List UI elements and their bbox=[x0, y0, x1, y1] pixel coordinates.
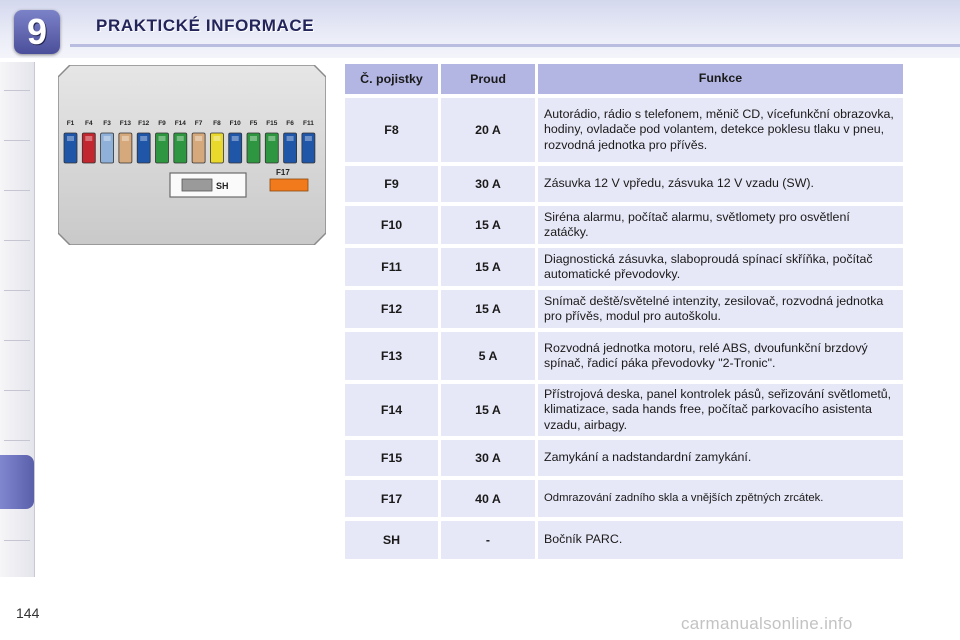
f17-fuse bbox=[269, 178, 309, 192]
fuse-current: 40 A bbox=[441, 480, 535, 517]
fuse-box-svg: F1 F4 F3 F13 F12 F9 F14 F7 F8 F10 F5 F15 F6 F11 SH F1… bbox=[58, 65, 326, 245]
fuse-highlight bbox=[286, 136, 294, 141]
watermark: carmanualsonline.info bbox=[681, 614, 853, 633]
table-row: F14 15 A Přístrojová deska, panel kontro… bbox=[345, 384, 903, 436]
fuse-current: 15 A bbox=[441, 248, 535, 286]
fuse-function: Rozvodná jednotka motoru, relé ABS, dvou… bbox=[538, 332, 903, 380]
fuse-number: F17 bbox=[345, 480, 438, 517]
page-title: PRAKTICKÉ INFORMACE bbox=[96, 16, 315, 35]
fuse-current: 30 A bbox=[441, 440, 535, 476]
fuse-position-label: F12 bbox=[138, 120, 150, 127]
tab-divider bbox=[4, 290, 30, 291]
fuse-highlight bbox=[158, 136, 166, 141]
header-fuse-number: Č. pojistky bbox=[345, 64, 438, 94]
fuse-function: Bočník PARC. bbox=[538, 521, 903, 559]
fuse-current: - bbox=[441, 521, 535, 559]
tab-divider bbox=[4, 140, 30, 141]
fuse-function: Zásuvka 12 V vpředu, zásvuka 12 V vzadu … bbox=[538, 166, 903, 202]
fuse-position-label: F10 bbox=[230, 120, 242, 127]
fuse-number: F15 bbox=[345, 440, 438, 476]
fuse-highlight bbox=[304, 136, 312, 141]
table-row: F11 15 A Diagnostická zásuvka, slaboprou… bbox=[345, 248, 903, 286]
fuse-current: 15 A bbox=[441, 290, 535, 328]
fuse-function: Zamykání a nadstandardní zamykání. bbox=[538, 440, 903, 476]
tab-divider bbox=[4, 540, 30, 541]
fuse-highlight bbox=[268, 136, 276, 141]
fuse-current: 15 A bbox=[441, 206, 535, 244]
tab-divider bbox=[4, 90, 30, 91]
fuse-position-label: F6 bbox=[286, 120, 294, 127]
fuse-position-label: F7 bbox=[195, 120, 203, 127]
fuse-current: 15 A bbox=[441, 384, 535, 436]
fuse-function: Diagnostická zásuvka, slaboproudá spínac… bbox=[538, 248, 903, 286]
fuse-highlight bbox=[231, 136, 239, 141]
fuse-table: Č. pojistky Proud Funkce F8 20 A Autorád… bbox=[345, 64, 903, 563]
fuse-function: Odmrazování zadního skla a vnějších zpět… bbox=[538, 480, 903, 517]
fuse-position-label: F8 bbox=[213, 120, 221, 127]
fuse-highlight bbox=[67, 136, 74, 141]
table-row: SH - Bočník PARC. bbox=[345, 521, 903, 559]
fuse-position-label: F3 bbox=[103, 120, 111, 127]
fuse-number: F9 bbox=[345, 166, 438, 202]
fuse-position-label: F1 bbox=[67, 120, 75, 127]
table-row: F17 40 A Odmrazování zadního skla a vněj… bbox=[345, 480, 903, 517]
table-row: F9 30 A Zásuvka 12 V vpředu, zásvuka 12 … bbox=[345, 166, 903, 202]
table-row: F8 20 A Autorádio, rádio s telefonem, mě… bbox=[345, 98, 903, 162]
fuse-number: F12 bbox=[345, 290, 438, 328]
header-band: 9 PRAKTICKÉ INFORMACE bbox=[0, 0, 960, 58]
fuse-highlight bbox=[195, 136, 203, 141]
table-row: F13 5 A Rozvodná jednotka motoru, relé A… bbox=[345, 332, 903, 380]
fuse-function: Autorádio, rádio s telefonem, měnič CD, … bbox=[538, 98, 903, 162]
fuse-number: F8 bbox=[345, 98, 438, 162]
chapter-badge: 9 bbox=[14, 10, 60, 54]
fuse-number: F14 bbox=[345, 384, 438, 436]
table-row: F15 30 A Zamykání a nadstandardní zamyká… bbox=[345, 440, 903, 476]
fuse-position-label: F14 bbox=[175, 120, 187, 127]
fuse-position-label: F15 bbox=[266, 120, 278, 127]
fuse-number: F11 bbox=[345, 248, 438, 286]
fuse-number: F10 bbox=[345, 206, 438, 244]
chapter-tab-column bbox=[0, 62, 35, 577]
table-row: F12 15 A Snímač deště/světelné intenzity… bbox=[345, 290, 903, 328]
sh-label: SH bbox=[216, 181, 229, 191]
fuse-box-diagram: F1 F4 F3 F13 F12 F9 F14 F7 F8 F10 F5 F15 F6 F11 SH F1… bbox=[58, 65, 326, 245]
fuse-highlight bbox=[250, 136, 257, 141]
tab-divider bbox=[4, 390, 30, 391]
fuse-function: Siréna alarmu, počítač alarmu, světlomet… bbox=[538, 206, 903, 244]
fuse-highlight bbox=[121, 136, 129, 141]
page-number: 144 bbox=[16, 605, 40, 621]
header-current: Proud bbox=[441, 64, 535, 94]
fuse-current: 20 A bbox=[441, 98, 535, 162]
header-rule bbox=[70, 44, 960, 47]
fuse-function: Snímač deště/světelné intenzity, zesilov… bbox=[538, 290, 903, 328]
fuse-highlight bbox=[85, 136, 93, 141]
fuse-function: Přístrojová deska, panel kontrolek pásů,… bbox=[538, 384, 903, 436]
sh-shunt-body bbox=[181, 178, 213, 192]
fuse-position-label: F11 bbox=[303, 120, 314, 127]
fuse-current: 5 A bbox=[441, 332, 535, 380]
fuse-current: 30 A bbox=[441, 166, 535, 202]
fuse-number: SH bbox=[345, 521, 438, 559]
tab-divider bbox=[4, 340, 30, 341]
fuse-position-label: F4 bbox=[85, 120, 93, 127]
chapter-tab-active[interactable] bbox=[0, 455, 34, 509]
fuse-position-label: F13 bbox=[120, 120, 132, 127]
table-header-row: Č. pojistky Proud Funkce bbox=[345, 64, 903, 94]
table-row: F10 15 A Siréna alarmu, počítač alarmu, … bbox=[345, 206, 903, 244]
tab-divider bbox=[4, 440, 30, 441]
fuse-position-label: F9 bbox=[158, 120, 166, 127]
fuse-highlight bbox=[176, 136, 184, 141]
fuse-highlight bbox=[213, 136, 221, 141]
f17-label: F17 bbox=[276, 168, 290, 177]
tab-divider bbox=[4, 240, 30, 241]
fuse-number: F13 bbox=[345, 332, 438, 380]
tab-divider bbox=[4, 190, 30, 191]
fuse-highlight bbox=[103, 136, 111, 141]
fuse-highlight bbox=[140, 136, 148, 141]
fuse-position-label: F5 bbox=[250, 120, 258, 127]
header-function: Funkce bbox=[538, 64, 903, 94]
